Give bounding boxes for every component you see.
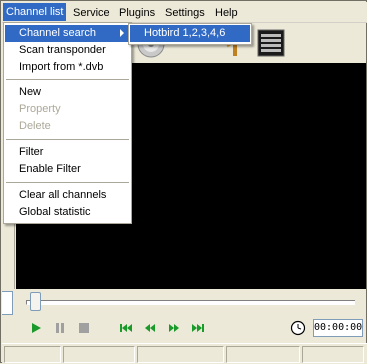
clock-icon: [290, 320, 306, 336]
menu-plugins[interactable]: Plugins: [116, 5, 158, 21]
skip-back-icon: [120, 324, 132, 332]
pause-button[interactable]: [52, 320, 68, 336]
submenu-arrow-icon: [120, 29, 124, 37]
seek-thumb[interactable]: [30, 292, 41, 311]
play-button[interactable]: [28, 320, 44, 336]
menu-item-delete: Delete: [19, 120, 51, 132]
menu-item-new[interactable]: New: [5, 84, 130, 101]
time-display: 00:00:00: [313, 319, 363, 337]
tv-guide-button[interactable]: [255, 26, 287, 58]
channel-search-submenu: Hotbird 1,2,3,4,6: [128, 23, 252, 45]
menu-separator: [6, 79, 129, 80]
forward-icon: [169, 324, 179, 332]
menu-item-scan-transponder[interactable]: Scan transponder: [5, 42, 130, 59]
rewind-icon: [145, 324, 155, 332]
skip-back-button[interactable]: [118, 320, 134, 336]
menu-item-channel-search[interactable]: Channel search: [5, 25, 130, 42]
menu-help[interactable]: Help: [212, 5, 241, 21]
transport-controls: 00:00:00: [16, 317, 366, 339]
menu-separator: [6, 182, 129, 183]
menubar: Channel list Service Plugins Settings He…: [2, 2, 367, 23]
menu-item-clear-all-channels[interactable]: Clear all channels: [5, 187, 130, 204]
submenu-item-hotbird[interactable]: Hotbird 1,2,3,4,6: [130, 25, 250, 42]
stop-icon: [79, 323, 89, 333]
menu-separator: [6, 139, 129, 140]
menu-item-enable-filter[interactable]: Enable Filter: [5, 161, 130, 178]
skip-forward-button[interactable]: [190, 320, 206, 336]
stop-button[interactable]: [76, 320, 92, 336]
menu-item-property: Property: [19, 103, 61, 115]
left-input-box: [2, 291, 13, 315]
menu-item-label: Channel search: [19, 27, 97, 39]
app-window: Channel list Service Plugins Settings He…: [0, 0, 367, 364]
menu-channel-list[interactable]: Channel list: [3, 3, 67, 21]
status-cell-3: [137, 346, 224, 363]
skip-forward-icon: [192, 324, 204, 332]
menu-settings[interactable]: Settings: [162, 5, 208, 21]
menu-item-global-statistic[interactable]: Global statistic: [5, 204, 130, 221]
menu-item-filter[interactable]: Filter: [5, 144, 130, 161]
play-icon: [32, 323, 41, 333]
rewind-button[interactable]: [142, 320, 158, 336]
seek-track[interactable]: [26, 300, 355, 305]
seek-panel: [16, 289, 366, 315]
status-bar: [2, 343, 367, 364]
status-cell-4: [226, 346, 300, 363]
status-cell-2: [63, 346, 135, 363]
menu-item-import-dvb[interactable]: Import from *.dvb: [5, 59, 130, 76]
status-cell-1: [4, 346, 61, 363]
clock-button[interactable]: [290, 320, 306, 336]
menu-service[interactable]: Service: [70, 5, 113, 21]
pause-icon: [56, 323, 64, 333]
channel-list-dropdown: Channel search Scan transponder Import f…: [3, 22, 132, 224]
tv-guide-icon: [257, 29, 285, 57]
forward-button[interactable]: [166, 320, 182, 336]
status-cell-5: [302, 346, 364, 363]
